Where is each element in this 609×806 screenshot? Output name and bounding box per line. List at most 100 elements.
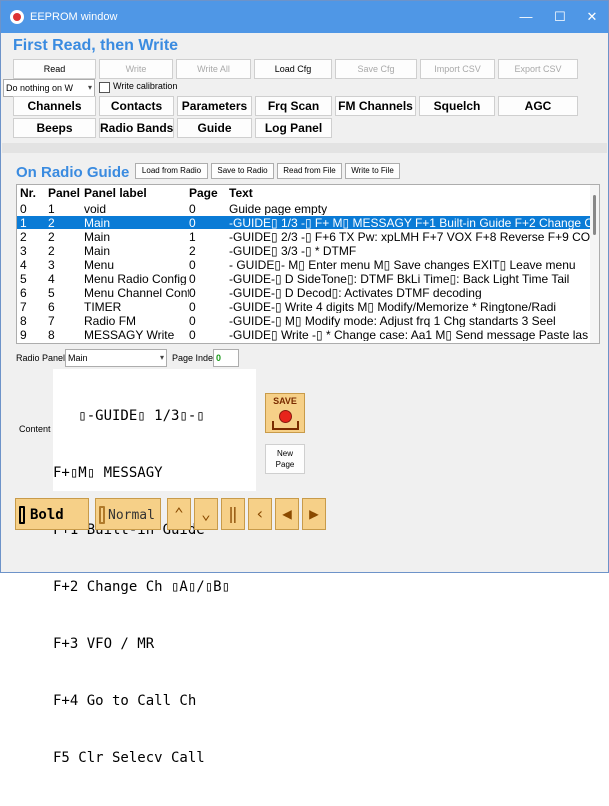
write-mode-value: Do nothing on W [6, 83, 74, 93]
nav-log-panel-button[interactable]: Log Panel [255, 118, 332, 138]
cell-panel: 4 [48, 272, 55, 285]
cell-panel: 2 [48, 216, 55, 229]
left-bracket-glyph-icon[interactable]: ‹ [248, 498, 272, 530]
bold-format-button[interactable]: Bold [15, 498, 89, 530]
column-header-panel-label[interactable]: Panel label [84, 186, 189, 200]
cell-nr: 4 [20, 258, 27, 271]
write-mode-select[interactable]: Do nothing on W ▾ [3, 79, 95, 97]
cell-nr: 6 [20, 286, 27, 299]
cell-nr: 5 [20, 272, 27, 285]
load-from-radio-button[interactable]: Load from Radio [135, 163, 208, 179]
write-button[interactable]: Write [99, 59, 173, 79]
cell-panel-label: Menu Channel Config [84, 286, 189, 299]
normal-format-button[interactable]: Normal [95, 498, 161, 530]
table-row[interactable]: 7 6 TIMER 0 -GUIDE-▯ Write 4 digits M▯ Modif… [17, 300, 591, 313]
table-row[interactable]: 2 2 Main 1 -GUIDE▯ 2/3 -▯ F+6 TX Pw: xpLMH F… [17, 230, 591, 243]
table-row[interactable]: 5 4 Menu Radio Config 0 -GUIDE-▯ D SideTone▯… [17, 272, 591, 285]
table-row[interactable]: 9 8 MESSAGY Write 0 -GUIDE▯ Write -▯ * Chang… [17, 328, 591, 341]
cell-nr: 1 [20, 216, 27, 229]
table-row[interactable]: 3 2 Main 2 -GUIDE▯ 3/3 -▯ * DTMF [17, 244, 591, 257]
cell-panel: 6 [48, 300, 55, 313]
column-header-panel[interactable]: Panel [48, 186, 84, 200]
write-calibration-checkbox[interactable] [99, 82, 110, 93]
cell-text: -GUIDE▯ Write -▯ * Change case: Aa1 M▯ S… [229, 328, 589, 341]
guide-list-scrollbar[interactable] [590, 185, 599, 343]
nav-fm-channels-button[interactable]: FM Channels [335, 96, 416, 116]
right-arrow-glyph-icon[interactable]: ▶ [302, 498, 326, 530]
cell-text: -GUIDE▯ 2/3 -▯ F+6 TX Pw: xpLMH F+7 VOX … [229, 230, 591, 243]
radio-panel-value: Main [68, 353, 88, 363]
cell-page: 0 [189, 286, 196, 299]
guide-list[interactable]: Nr. Panel Panel label Page Text 0 1 void 0 G… [16, 184, 600, 344]
maximize-button[interactable]: ☐ [547, 7, 573, 27]
cell-text: -GUIDE▯ 3/3 -▯ * DTMF [229, 244, 357, 257]
chevron-down-icon: ▾ [159, 353, 164, 362]
minimize-button[interactable]: — [513, 7, 539, 27]
cell-nr: 0 [20, 202, 27, 215]
cell-nr: 7 [20, 300, 27, 313]
cell-page: 2 [189, 244, 196, 257]
read-from-file-button[interactable]: Read from File [277, 163, 342, 179]
guide-list-header: Nr. Panel Panel label Page Text [17, 186, 591, 201]
close-button[interactable]: ✕ [579, 7, 605, 27]
radio-panel-label: Radio Panel [16, 353, 66, 363]
write-to-file-button[interactable]: Write to File [345, 163, 400, 179]
save-to-radio-button[interactable]: Save to Radio [211, 163, 274, 179]
table-row[interactable]: 1 2 Main 0 -GUIDE▯ 1/3 -▯ F+ M▯ MESSAGY F+1 … [17, 216, 591, 229]
nav-agc-button[interactable]: AGC [498, 96, 578, 116]
cursor-block-icon [99, 506, 105, 524]
content-line: F+2 Change Ch ▯A▯/▯B▯ [53, 579, 231, 595]
cell-nr: 8 [20, 314, 27, 327]
cell-panel: 5 [48, 286, 55, 299]
table-row[interactable]: 4 3 Menu 0 - GUIDE▯- M▯ Enter menu M▯ Save c… [17, 258, 591, 271]
cell-panel: 8 [48, 328, 55, 341]
load-cfg-button[interactable]: Load Cfg [254, 59, 332, 79]
cell-text: - GUIDE▯- M▯ Enter menu M▯ Save changes … [229, 258, 576, 271]
guide-section-title: On Radio Guide [16, 164, 130, 181]
column-header-text[interactable]: Text [229, 186, 591, 200]
arrow-down-glyph-icon[interactable]: ⌄ [194, 498, 218, 530]
cell-text: -GUIDE-▯ D Decod▯: Activates DTMF decodi… [229, 286, 482, 299]
content-line: F+4 Go to Call Ch [53, 693, 197, 709]
table-row[interactable]: 8 7 Radio FM 0 -GUIDE-▯ M▯ Modify mode: Adju… [17, 314, 591, 327]
nav-contacts-button[interactable]: Contacts [99, 96, 174, 116]
section-divider [2, 143, 607, 153]
save-page-button[interactable]: SAVE [265, 393, 305, 433]
nav-radio-bands-button[interactable]: Radio Bands [99, 118, 174, 138]
nav-squelch-button[interactable]: Squelch [419, 96, 495, 116]
nav-parameters-button[interactable]: Parameters [177, 96, 252, 116]
new-page-button[interactable]: New Page [265, 444, 305, 474]
radio-panel-select[interactable]: Main ▾ [65, 349, 167, 367]
page-index-field[interactable]: 0 [213, 349, 239, 367]
cell-nr: 9 [20, 328, 27, 341]
column-header-nr[interactable]: Nr. [20, 186, 48, 200]
table-row[interactable]: 6 5 Menu Channel Config 0 -GUIDE-▯ D Decod▯:… [17, 286, 591, 299]
nav-frq-scan-button[interactable]: Frq Scan [255, 96, 332, 116]
import-csv-button[interactable]: Import CSV [420, 59, 495, 79]
left-arrow-glyph-icon[interactable]: ◀ [275, 498, 299, 530]
export-csv-button[interactable]: Export CSV [498, 59, 578, 79]
chevron-down-icon: ▾ [87, 83, 92, 92]
content-line: F5 Clr Selecv Call [53, 750, 205, 766]
nav-channels-button[interactable]: Channels [13, 96, 96, 116]
column-header-page[interactable]: Page [189, 186, 229, 200]
table-row[interactable]: 0 1 void 0 Guide page empty [17, 202, 591, 215]
guide-content-editor[interactable]: ▯-GUIDE▯ 1/3▯-▯ F+▯M▯ MESSAGY F+1 Built-… [53, 369, 256, 766]
cell-panel-label: Main [84, 244, 111, 257]
new-page-label: New Page [275, 449, 295, 469]
cell-text: -GUIDE-▯ D SideTone▯: DTMF BkLi Time▯: B… [229, 272, 570, 285]
arrow-up-glyph-icon[interactable]: ⌃ [167, 498, 191, 530]
nav-guide-button[interactable]: Guide [177, 118, 252, 138]
cell-panel-label: void [84, 202, 107, 215]
read-button[interactable]: Read [13, 59, 96, 79]
content-line: F+3 VFO / MR [53, 636, 155, 652]
cell-panel-label: Radio FM [84, 314, 137, 327]
title-bar[interactable]: EEPROM window — ☐ ✕ [1, 1, 608, 33]
cell-panel-label: Main [84, 216, 111, 229]
save-cfg-button[interactable]: Save Cfg [335, 59, 417, 79]
cell-panel: 2 [48, 244, 55, 257]
write-all-button[interactable]: Write All [176, 59, 251, 79]
nav-beeps-button[interactable]: Beeps [13, 118, 96, 138]
double-bar-glyph-icon[interactable]: ‖ [221, 498, 245, 530]
cell-page: 0 [189, 202, 196, 215]
